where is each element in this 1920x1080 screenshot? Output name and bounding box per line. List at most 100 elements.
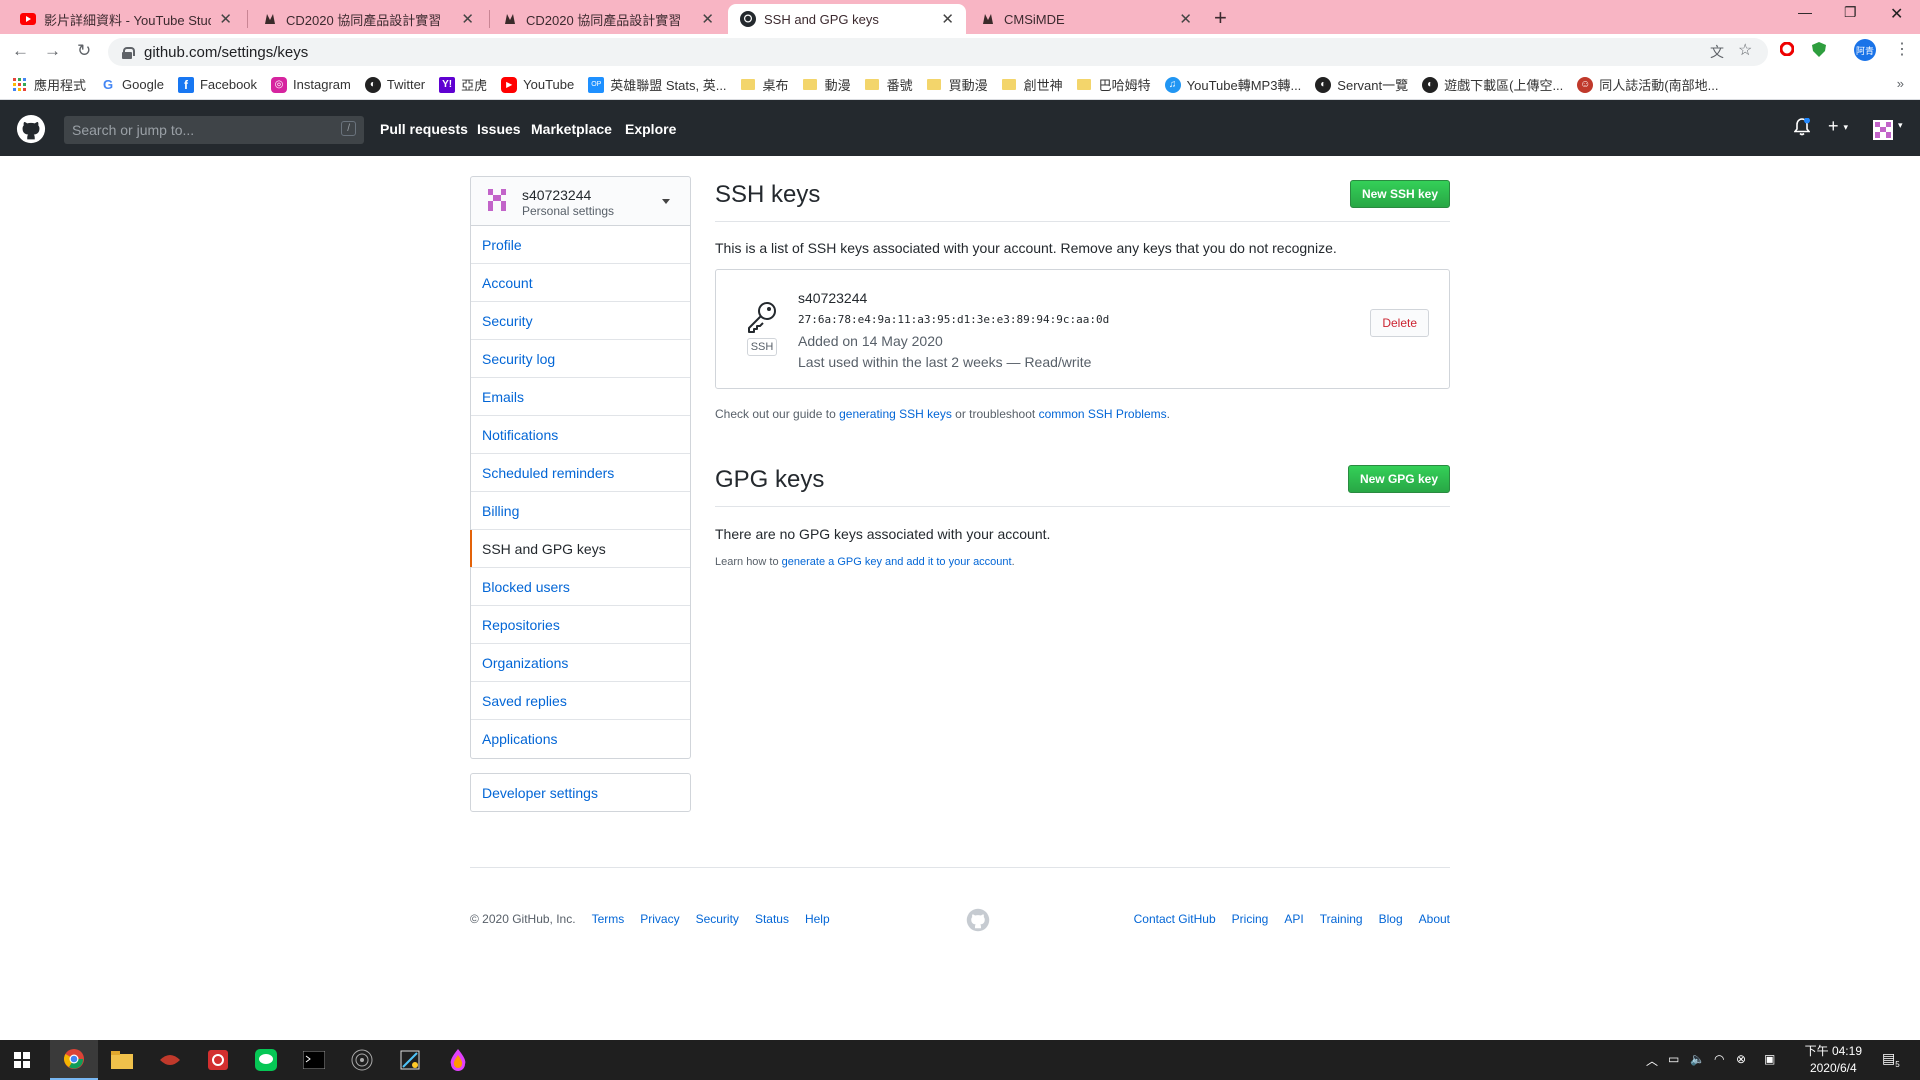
bookmark-folder[interactable]: 動漫 bbox=[802, 75, 851, 94]
taskbar-file-explorer[interactable] bbox=[98, 1040, 146, 1080]
taskbar-garena[interactable] bbox=[194, 1040, 242, 1080]
nav-marketplace[interactable]: Marketplace bbox=[531, 121, 612, 137]
footer-link-terms[interactable]: Terms bbox=[592, 912, 625, 926]
sidebar-item-profile[interactable]: Profile bbox=[471, 226, 690, 264]
sidebar-item-organizations[interactable]: Organizations bbox=[471, 644, 690, 682]
bookmark-folder[interactable]: 巴哈姆特 bbox=[1076, 75, 1151, 94]
bookmark-servant[interactable]: ◐ Servant一覽 bbox=[1315, 75, 1408, 94]
footer-link-api[interactable]: API bbox=[1284, 912, 1303, 926]
new-tab-button[interactable]: + bbox=[1214, 5, 1227, 31]
bookmark-facebook[interactable]: f Facebook bbox=[177, 76, 257, 93]
bookmark-folder[interactable]: 創世神 bbox=[1001, 75, 1063, 94]
taskbar-line[interactable] bbox=[242, 1040, 290, 1080]
delete-ssh-key-button[interactable]: Delete bbox=[1370, 309, 1429, 337]
taskbar-razer[interactable] bbox=[146, 1040, 194, 1080]
bookmark-google[interactable]: G Google bbox=[100, 77, 164, 93]
github-logo-icon[interactable] bbox=[16, 114, 46, 144]
github-mark-icon[interactable] bbox=[966, 908, 990, 932]
bookmark-youtube[interactable]: ▶ YouTube bbox=[501, 76, 574, 93]
sidebar-item-developer-settings[interactable]: Developer settings bbox=[470, 773, 691, 812]
more-bookmarks-icon[interactable]: » bbox=[1897, 76, 1904, 91]
footer-link-status[interactable]: Status bbox=[755, 912, 789, 926]
bookmark-star-icon[interactable]: ☆ bbox=[1738, 40, 1752, 60]
footer-link-privacy[interactable]: Privacy bbox=[640, 912, 679, 926]
sidebar-item-security[interactable]: Security bbox=[471, 302, 690, 340]
footer-link-blog[interactable]: Blog bbox=[1379, 912, 1403, 926]
action-center-icon[interactable]: ▤5 bbox=[1882, 1050, 1900, 1069]
new-ssh-key-button[interactable]: New SSH key bbox=[1349, 180, 1450, 208]
bookmark-opgg[interactable]: OP 英雄聯盟 Stats, 英... bbox=[588, 75, 727, 94]
taskbar-clock[interactable]: 下午 04:19 2020/6/4 bbox=[1805, 1043, 1862, 1077]
notifications-bell-icon[interactable] bbox=[1793, 117, 1811, 141]
tray-circle-icon[interactable]: ⊗ bbox=[1736, 1052, 1746, 1066]
common-ssh-problems-link[interactable]: common SSH Problems bbox=[1039, 407, 1167, 421]
close-tab-icon[interactable]: ✕ bbox=[701, 10, 714, 28]
nav-explore[interactable]: Explore bbox=[625, 121, 676, 137]
taskbar-app-design[interactable] bbox=[386, 1040, 434, 1080]
reload-icon[interactable]: ↻ bbox=[77, 41, 91, 61]
windows-start-icon[interactable] bbox=[14, 1052, 30, 1068]
restore-icon[interactable]: ❐ bbox=[1844, 4, 1857, 21]
back-arrow-icon[interactable]: ← bbox=[12, 41, 29, 61]
close-tab-icon[interactable]: ✕ bbox=[219, 10, 232, 28]
bookmark-folder[interactable]: 買動漫 bbox=[926, 75, 988, 94]
bookmark-apps[interactable]: 應用程式 bbox=[12, 75, 86, 94]
new-gpg-key-button[interactable]: New GPG key bbox=[1347, 465, 1450, 493]
tray-volume-icon[interactable]: 🔈 bbox=[1690, 1052, 1705, 1066]
close-tab-icon[interactable]: ✕ bbox=[941, 10, 954, 28]
browser-tab[interactable]: CMSiMDE ✕ bbox=[968, 4, 1204, 34]
tray-network-icon[interactable]: ◠ bbox=[1714, 1052, 1724, 1066]
sidebar-item-ssh-gpg-keys[interactable]: SSH and GPG keys bbox=[470, 530, 690, 568]
browser-tab[interactable]: 影片詳細資料 - YouTube Studio ✕ bbox=[8, 4, 244, 34]
close-tab-icon[interactable]: ✕ bbox=[1179, 10, 1192, 28]
taskbar-chrome[interactable] bbox=[50, 1040, 98, 1080]
footer-link-security[interactable]: Security bbox=[696, 912, 739, 926]
footer-link-pricing[interactable]: Pricing bbox=[1232, 912, 1269, 926]
bookmark-folder[interactable]: 桌布 bbox=[740, 75, 789, 94]
profile-avatar[interactable]: 阿青 bbox=[1854, 39, 1876, 61]
generate-gpg-key-link[interactable]: generate a GPG key and add it to your ac… bbox=[782, 556, 1012, 568]
browser-tab[interactable]: CD2020 協同產品設計實習 ✕ bbox=[490, 4, 726, 34]
translate-icon[interactable]: 文 bbox=[1710, 42, 1724, 62]
bookmark-twitter[interactable]: ◐ Twitter bbox=[364, 76, 425, 93]
close-tab-icon[interactable]: ✕ bbox=[461, 10, 474, 28]
footer-link-contact[interactable]: Contact GitHub bbox=[1134, 912, 1216, 926]
close-window-icon[interactable]: ✕ bbox=[1890, 4, 1903, 24]
bookmark-doujin[interactable]: ☺ 同人誌活動(南部地... bbox=[1577, 75, 1718, 94]
minimize-icon[interactable]: — bbox=[1798, 4, 1812, 20]
tray-input-icon[interactable]: ▣ bbox=[1764, 1052, 1775, 1066]
taskbar-app-drop[interactable] bbox=[434, 1040, 482, 1080]
bookmark-games[interactable]: ◐ 遊戲下載區(上傳空... bbox=[1422, 75, 1563, 94]
browser-tab-active[interactable]: SSH and GPG keys ✕ bbox=[728, 4, 966, 34]
footer-link-training[interactable]: Training bbox=[1320, 912, 1363, 926]
chevron-down-icon[interactable] bbox=[662, 199, 670, 204]
bookmark-yahoo[interactable]: Y! 亞虎 bbox=[439, 75, 487, 94]
nav-pull-requests[interactable]: Pull requests bbox=[380, 121, 468, 137]
extension-shield-icon[interactable] bbox=[1812, 42, 1826, 60]
tray-chevron-up-icon[interactable]: ︿ bbox=[1646, 1052, 1658, 1069]
sidebar-item-blocked-users[interactable]: Blocked users bbox=[471, 568, 690, 606]
sidebar-item-account[interactable]: Account bbox=[471, 264, 690, 302]
nav-issues[interactable]: Issues bbox=[477, 121, 521, 137]
sidebar-item-applications[interactable]: Applications bbox=[471, 720, 690, 758]
forward-arrow-icon[interactable]: → bbox=[44, 41, 61, 61]
account-switcher[interactable]: s40723244 Personal settings bbox=[470, 176, 691, 226]
user-avatar-menu[interactable]: ▾ bbox=[1873, 120, 1903, 145]
sidebar-item-saved-replies[interactable]: Saved replies bbox=[471, 682, 690, 720]
search-input[interactable]: Search or jump to... / bbox=[64, 116, 364, 144]
bookmark-converter[interactable]: ♫ YouTube轉MP3轉... bbox=[1164, 75, 1301, 94]
generating-ssh-keys-link[interactable]: generating SSH keys bbox=[839, 407, 952, 421]
bookmark-folder[interactable]: 番號 bbox=[864, 75, 913, 94]
footer-link-about[interactable]: About bbox=[1419, 912, 1450, 926]
lock-icon[interactable] bbox=[122, 46, 135, 59]
bookmark-instagram[interactable]: ◎ Instagram bbox=[271, 76, 351, 93]
sidebar-item-billing[interactable]: Billing bbox=[471, 492, 690, 530]
sidebar-item-notifications[interactable]: Notifications bbox=[471, 416, 690, 454]
browser-tab[interactable]: CD2020 協同產品設計實習 ✕ bbox=[250, 4, 486, 34]
sidebar-item-scheduled-reminders[interactable]: Scheduled reminders bbox=[471, 454, 690, 492]
extension-opera-icon[interactable] bbox=[1779, 41, 1795, 59]
taskbar-terminal[interactable] bbox=[290, 1040, 338, 1080]
browser-menu-icon[interactable]: ⋮ bbox=[1894, 39, 1910, 59]
tray-battery-icon[interactable]: ▭ bbox=[1668, 1052, 1679, 1066]
address-bar[interactable]: github.com/settings/keys bbox=[108, 38, 1768, 66]
